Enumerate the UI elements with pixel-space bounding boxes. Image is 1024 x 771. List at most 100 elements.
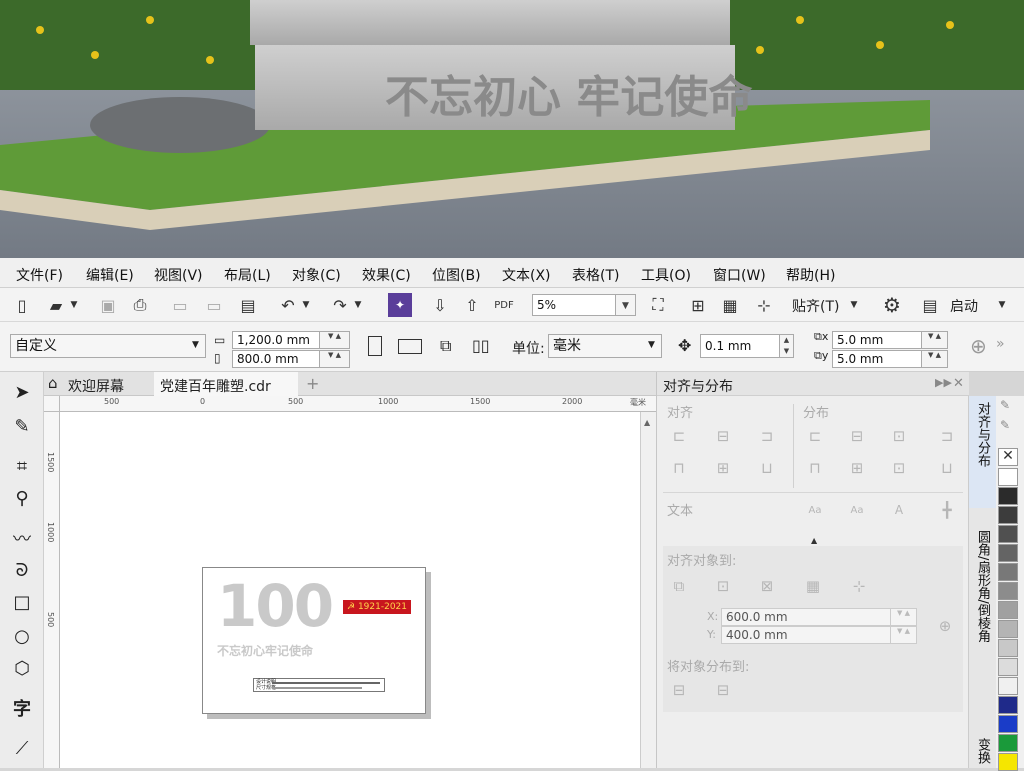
cut-icon[interactable]: ▭ bbox=[168, 293, 192, 317]
distribute-selection-icon[interactable]: ⊟ bbox=[669, 680, 689, 700]
tab-welcome[interactable]: ⌂ 欢迎屏幕 bbox=[44, 372, 156, 396]
launch-icon[interactable]: ▤ bbox=[918, 293, 942, 317]
print-icon[interactable]: ⎙ bbox=[128, 293, 152, 317]
full-screen-icon[interactable]: ⛶ bbox=[646, 293, 670, 317]
align-right-icon[interactable]: ⊐ bbox=[757, 426, 777, 446]
color-swatch[interactable] bbox=[998, 753, 1018, 771]
color-swatch[interactable] bbox=[998, 734, 1018, 752]
align-x-field[interactable]: 600.0 mm bbox=[721, 608, 891, 626]
artistic-media-icon[interactable]: ᘐ bbox=[8, 556, 36, 584]
text-tool-icon[interactable]: 字 bbox=[8, 694, 36, 722]
tab-document[interactable]: 党建百年雕塑.cdr bbox=[154, 372, 298, 396]
distribute-spacing-h-icon[interactable]: ⊡ bbox=[889, 426, 909, 446]
new-document-icon[interactable]: ▯ bbox=[10, 293, 34, 317]
chevron-down-icon[interactable]: ▼ bbox=[68, 293, 80, 317]
align-y-stepper[interactable]: ▼ ▲ bbox=[891, 626, 917, 644]
ellipse-tool-icon[interactable]: ○ bbox=[8, 622, 36, 650]
distribute-top-icon[interactable]: ⊓ bbox=[805, 458, 825, 478]
freehand-tool-icon[interactable]: 〰 bbox=[8, 524, 36, 552]
vertical-scrollbar[interactable]: ▲ bbox=[640, 412, 656, 768]
target-point-icon[interactable]: ⊕ bbox=[935, 616, 955, 636]
menu-window[interactable]: 窗口(W) bbox=[713, 265, 766, 285]
polygon-tool-icon[interactable]: ⬡ bbox=[8, 654, 36, 682]
rectangle-tool-icon[interactable]: □ bbox=[8, 588, 36, 616]
snap-to-menu[interactable]: 贴齐(T) bbox=[792, 296, 839, 316]
parallel-dimension-icon[interactable]: ⟋ bbox=[8, 734, 36, 762]
collapse-icon[interactable]: ▶▶ bbox=[935, 376, 952, 389]
duplicate-x-stepper[interactable]: ▼ ▲ bbox=[922, 331, 948, 349]
crop-tool-icon[interactable]: ⌗ bbox=[8, 452, 36, 480]
chevron-down-icon[interactable]: ▼ bbox=[300, 293, 312, 317]
current-page-icon[interactable]: ▯▯ bbox=[472, 336, 490, 355]
duplicate-y-stepper[interactable]: ▼ ▲ bbox=[922, 350, 948, 368]
ruler-origin[interactable] bbox=[44, 396, 60, 412]
new-tab-button[interactable]: + bbox=[306, 374, 319, 393]
nudge-stepper[interactable]: ▲ ▼ bbox=[780, 334, 794, 358]
color-swatch[interactable] bbox=[998, 525, 1018, 543]
duplicate-y-field[interactable]: 5.0 mm bbox=[832, 350, 922, 368]
width-stepper[interactable]: ▼ ▲ bbox=[320, 331, 350, 349]
distribute-bottom-icon[interactable]: ⊔ bbox=[937, 458, 957, 478]
tab-fillet-scallop[interactable]: 圆角/扇形角/倒棱角 bbox=[969, 528, 997, 688]
text-outline-icon[interactable]: ╋ bbox=[937, 500, 957, 520]
scroll-up-icon[interactable]: ▲ bbox=[644, 418, 650, 427]
copy-icon[interactable]: ▭ bbox=[202, 293, 226, 317]
chevron-down-icon[interactable]: ▼ bbox=[352, 293, 364, 317]
launch-menu[interactable]: 启动 bbox=[950, 296, 978, 316]
text-baseline-last-icon[interactable]: Aa bbox=[847, 500, 867, 520]
align-center-v-icon[interactable]: ⊞ bbox=[713, 458, 733, 478]
menu-object[interactable]: 对象(C) bbox=[292, 265, 341, 285]
distribute-center-v-icon[interactable]: ⊞ bbox=[847, 458, 867, 478]
align-top-icon[interactable]: ⊓ bbox=[669, 458, 689, 478]
color-swatch[interactable] bbox=[998, 544, 1018, 562]
grid-icon[interactable]: ▦ bbox=[718, 293, 742, 317]
rulers-icon[interactable]: ⊞ bbox=[686, 293, 710, 317]
text-bounding-box-icon[interactable]: A bbox=[889, 500, 909, 520]
chevron-down-icon[interactable]: ▼ bbox=[192, 340, 199, 350]
undo-icon[interactable]: ↶ bbox=[276, 293, 300, 317]
export-icon[interactable]: ⇧ bbox=[460, 293, 484, 317]
redo-icon[interactable]: ↷ bbox=[328, 293, 352, 317]
specified-point-icon[interactable]: ⊹ bbox=[849, 576, 869, 596]
height-stepper[interactable]: ▼ ▲ bbox=[320, 350, 350, 368]
pick-tool-icon[interactable]: ➤ bbox=[8, 378, 36, 406]
corel-connect-icon[interactable]: ✦ bbox=[388, 293, 412, 317]
page-center-icon[interactable]: ⊠ bbox=[757, 576, 777, 596]
color-swatch[interactable] bbox=[998, 487, 1018, 505]
chevron-down-icon[interactable]: ▼ bbox=[996, 293, 1008, 317]
menu-text[interactable]: 文本(X) bbox=[502, 265, 551, 285]
page-width-field[interactable]: 1,200.0 mm bbox=[232, 331, 320, 349]
distribute-left-icon[interactable]: ⊏ bbox=[805, 426, 825, 446]
color-swatch[interactable] bbox=[998, 715, 1018, 733]
import-icon[interactable]: ⇩ bbox=[428, 293, 452, 317]
open-folder-icon[interactable]: ▰ bbox=[44, 293, 68, 317]
color-swatch[interactable] bbox=[998, 639, 1018, 657]
menu-help[interactable]: 帮助(H) bbox=[786, 265, 835, 285]
align-bottom-icon[interactable]: ⊔ bbox=[757, 458, 777, 478]
color-swatch[interactable] bbox=[998, 563, 1018, 581]
chevron-down-icon[interactable]: ▼ bbox=[848, 293, 860, 317]
menu-bitmaps[interactable]: 位图(B) bbox=[432, 265, 481, 285]
align-left-icon[interactable]: ⊏ bbox=[669, 426, 689, 446]
distribute-page-icon[interactable]: ⊟ bbox=[713, 680, 733, 700]
page-size-select[interactable]: 自定义 bbox=[10, 334, 206, 358]
shape-tool-icon[interactable]: ✎ bbox=[8, 412, 36, 440]
page-height-field[interactable]: 800.0 mm bbox=[232, 350, 320, 368]
all-pages-icon[interactable]: ⧉ bbox=[440, 336, 451, 356]
no-color-swatch[interactable]: ✕ bbox=[998, 448, 1018, 466]
landscape-icon[interactable] bbox=[398, 339, 422, 354]
menu-effects[interactable]: 效果(C) bbox=[362, 265, 411, 285]
units-select[interactable]: 毫米 bbox=[548, 334, 662, 358]
horizontal-ruler[interactable]: 500 0 500 1000 1500 2000 毫米 bbox=[60, 396, 656, 412]
grid-icon[interactable]: ▦ bbox=[803, 576, 823, 596]
guidelines-icon[interactable]: ⊹ bbox=[752, 293, 776, 317]
menu-tools[interactable]: 工具(O) bbox=[641, 265, 691, 285]
design-artwork[interactable]: 100 不忘初心牢记使命 ☭ 1921-2021 设计说明 尺寸规格 bbox=[202, 567, 426, 714]
chevron-down-icon[interactable]: ▼ bbox=[648, 340, 655, 350]
color-swatch[interactable] bbox=[998, 601, 1018, 619]
vertical-ruler[interactable]: 1500 1000 500 bbox=[44, 412, 60, 768]
portrait-icon[interactable] bbox=[368, 336, 382, 356]
save-icon[interactable]: ▣ bbox=[96, 293, 120, 317]
distribute-spacing-v-icon[interactable]: ⊡ bbox=[889, 458, 909, 478]
pen-icon[interactable]: ✎ bbox=[1000, 418, 1010, 432]
